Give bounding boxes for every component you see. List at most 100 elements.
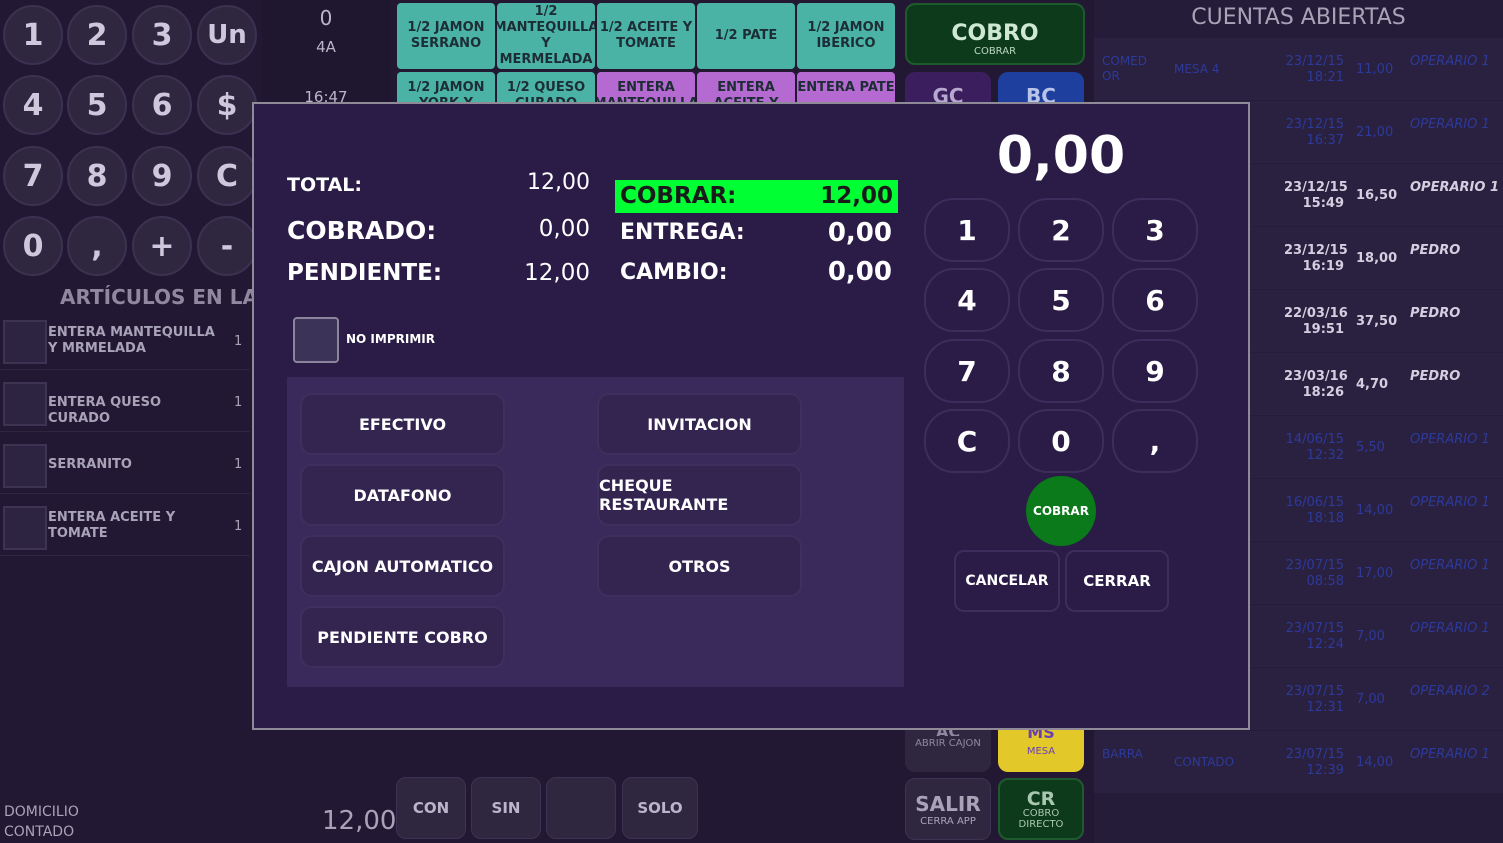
account-date: 22/03/16 19:51 bbox=[1284, 306, 1348, 337]
article-qty: 1 bbox=[234, 334, 243, 349]
article-row[interactable]: SERRANITO 1 bbox=[0, 436, 250, 494]
efectivo-button[interactable]: EFECTIVO bbox=[300, 393, 505, 455]
article-checkbox[interactable] bbox=[3, 506, 47, 550]
dialog-key-3[interactable]: 3 bbox=[1112, 198, 1198, 262]
article-checkbox[interactable] bbox=[3, 382, 47, 426]
ticket-info: 0 4A 16:47 bbox=[262, 0, 390, 106]
key-0[interactable]: 0 bbox=[3, 216, 63, 276]
product-button[interactable]: 1/2 ACEITE Y TOMATE bbox=[597, 3, 695, 69]
product-button[interactable]: 1/2 JAMON IBERICO bbox=[797, 3, 895, 69]
key-minus[interactable]: - bbox=[197, 216, 257, 276]
account-amount: 16,50 bbox=[1356, 188, 1398, 203]
key-4[interactable]: 4 bbox=[3, 75, 63, 135]
pos-screen: 1 2 3 Un 4 5 6 $ 7 8 9 C 0 , + - 0 4A 16… bbox=[0, 0, 1503, 843]
key-plus[interactable]: + bbox=[132, 216, 192, 276]
article-row[interactable]: ENTERA QUESO CURADO 1 bbox=[0, 374, 250, 432]
ticket-table: 4A bbox=[316, 38, 336, 56]
dialog-key-7[interactable]: 7 bbox=[924, 339, 1010, 403]
article-name: ENTERA MANTEQUILLA Y MRMELADA bbox=[48, 325, 215, 356]
key-price[interactable]: $ bbox=[197, 75, 257, 135]
key-3[interactable]: 3 bbox=[132, 5, 192, 65]
cobrado-value: 0,00 bbox=[538, 216, 590, 242]
dialog-key-4[interactable]: 4 bbox=[924, 268, 1010, 332]
account-date: 23/07/15 12:31 bbox=[1285, 684, 1344, 715]
open-account-row[interactable]: BARRA CONTADO 23/07/15 12:39 14,00 OPERARIO 1 bbox=[1094, 731, 1503, 793]
blank-button[interactable] bbox=[546, 777, 616, 839]
article-row[interactable]: ENTERA MANTEQUILLA Y MRMELADA 1 bbox=[0, 312, 250, 370]
order-type: DOMICILIO bbox=[4, 804, 79, 820]
cobro-sub: COBRAR bbox=[973, 46, 1017, 57]
dialog-key-2[interactable]: 2 bbox=[1018, 198, 1104, 262]
key-7[interactable]: 7 bbox=[3, 146, 63, 206]
key-comma[interactable]: , bbox=[67, 216, 127, 276]
con-button[interactable]: CON bbox=[396, 777, 466, 839]
account-place: MESA 4 bbox=[1174, 62, 1220, 76]
amount-display: 0,00 bbox=[996, 126, 1126, 186]
account-date: 23/07/15 12:39 bbox=[1285, 747, 1344, 778]
account-operator: OPERARIO 1 bbox=[1410, 117, 1490, 132]
cancelar-button[interactable]: CANCELAR bbox=[954, 550, 1060, 612]
product-button[interactable]: 1/2 PATE bbox=[697, 3, 795, 69]
dialog-key-8[interactable]: 8 bbox=[1018, 339, 1104, 403]
account-operator: OPERARIO 1 bbox=[1410, 54, 1490, 69]
dialog-key-clear[interactable]: C bbox=[924, 409, 1010, 473]
key-unit[interactable]: Un bbox=[197, 5, 257, 65]
total-label: TOTAL: bbox=[287, 174, 363, 196]
otros-button[interactable]: OTROS bbox=[597, 535, 802, 597]
account-date: 23/12/15 18:21 bbox=[1285, 54, 1344, 85]
abrir-cajon-button[interactable]: AC ABRIR CAJON bbox=[905, 722, 991, 772]
pendiente-cobro-button[interactable]: PENDIENTE COBRO bbox=[300, 606, 505, 668]
cerrar-button[interactable]: CERRAR bbox=[1065, 550, 1169, 612]
article-row[interactable]: ENTERA ACEITE Y TOMATE 1 bbox=[0, 498, 250, 556]
cobrado-label: COBRADO: bbox=[287, 216, 437, 245]
article-checkbox[interactable] bbox=[3, 320, 47, 364]
sin-button[interactable]: SIN bbox=[471, 777, 541, 839]
key-5[interactable]: 5 bbox=[67, 75, 127, 135]
account-date: 23/12/15 16:19 bbox=[1284, 243, 1348, 274]
datafono-button[interactable]: DATAFONO bbox=[300, 464, 505, 526]
key-1[interactable]: 1 bbox=[3, 5, 63, 65]
open-account-row[interactable]: COMED OR MESA 4 23/12/15 18:21 11,00 OPERARIO… bbox=[1094, 38, 1503, 100]
ms-sub: MESA bbox=[1026, 746, 1056, 757]
cobro-button[interactable]: COBRO COBRAR bbox=[905, 3, 1085, 65]
dialog-key-9[interactable]: 9 bbox=[1112, 339, 1198, 403]
cobro-directo-button[interactable]: CR COBRO DIRECTO bbox=[998, 778, 1084, 840]
key-6[interactable]: 6 bbox=[132, 75, 192, 135]
pendiente-value: 12,00 bbox=[524, 260, 590, 286]
ticket-total: 12,00 bbox=[322, 806, 397, 836]
ms-title: MS bbox=[1027, 730, 1055, 742]
cr-title: CR bbox=[1026, 788, 1056, 810]
key-2[interactable]: 2 bbox=[67, 5, 127, 65]
cajon-automatico-button[interactable]: CAJON AUTOMATICO bbox=[300, 535, 505, 597]
key-8[interactable]: 8 bbox=[67, 146, 127, 206]
account-date: 23/03/16 18:26 bbox=[1284, 369, 1348, 400]
ticket-count: 0 bbox=[319, 6, 333, 30]
mesa-button[interactable]: MS MESA bbox=[998, 730, 1084, 772]
dialog-key-0[interactable]: 0 bbox=[1018, 409, 1104, 473]
account-operator: OPERARIO 1 bbox=[1410, 180, 1500, 195]
no-imprimir-checkbox[interactable] bbox=[293, 317, 339, 363]
account-operator: PEDRO bbox=[1410, 369, 1461, 384]
account-date: 23/12/15 16:37 bbox=[1285, 117, 1344, 148]
dialog-key-1[interactable]: 1 bbox=[924, 198, 1010, 262]
account-place: CONTADO bbox=[1174, 755, 1235, 769]
payment-methods-panel: EFECTIVO INVITACION DATAFONO CHEQUE REST… bbox=[287, 377, 904, 687]
account-amount: 14,00 bbox=[1356, 755, 1394, 770]
cheque-restaurante-button[interactable]: CHEQUE RESTAURANTE bbox=[597, 464, 802, 526]
product-button[interactable]: 1/2 JAMON SERRANO bbox=[397, 3, 495, 69]
article-checkbox[interactable] bbox=[3, 444, 47, 488]
dialog-key-comma[interactable]: , bbox=[1112, 409, 1198, 473]
cobrar-button[interactable]: COBRAR bbox=[1026, 476, 1096, 546]
account-amount: 14,00 bbox=[1356, 503, 1394, 518]
account-date: 23/07/15 08:58 bbox=[1285, 558, 1344, 589]
key-clear[interactable]: C bbox=[197, 146, 257, 206]
invitacion-button[interactable]: INVITACION bbox=[597, 393, 802, 455]
key-9[interactable]: 9 bbox=[132, 146, 192, 206]
cobrar-value: 12,00 bbox=[820, 183, 893, 209]
dialog-key-5[interactable]: 5 bbox=[1018, 268, 1104, 332]
account-amount: 18,00 bbox=[1356, 251, 1398, 266]
product-button[interactable]: 1/2 MANTEQUILLA Y MERMELADA bbox=[497, 3, 595, 69]
solo-button[interactable]: SOLO bbox=[622, 777, 698, 839]
dialog-key-6[interactable]: 6 bbox=[1112, 268, 1198, 332]
salir-button[interactable]: SALIR CERRA APP bbox=[905, 778, 991, 840]
